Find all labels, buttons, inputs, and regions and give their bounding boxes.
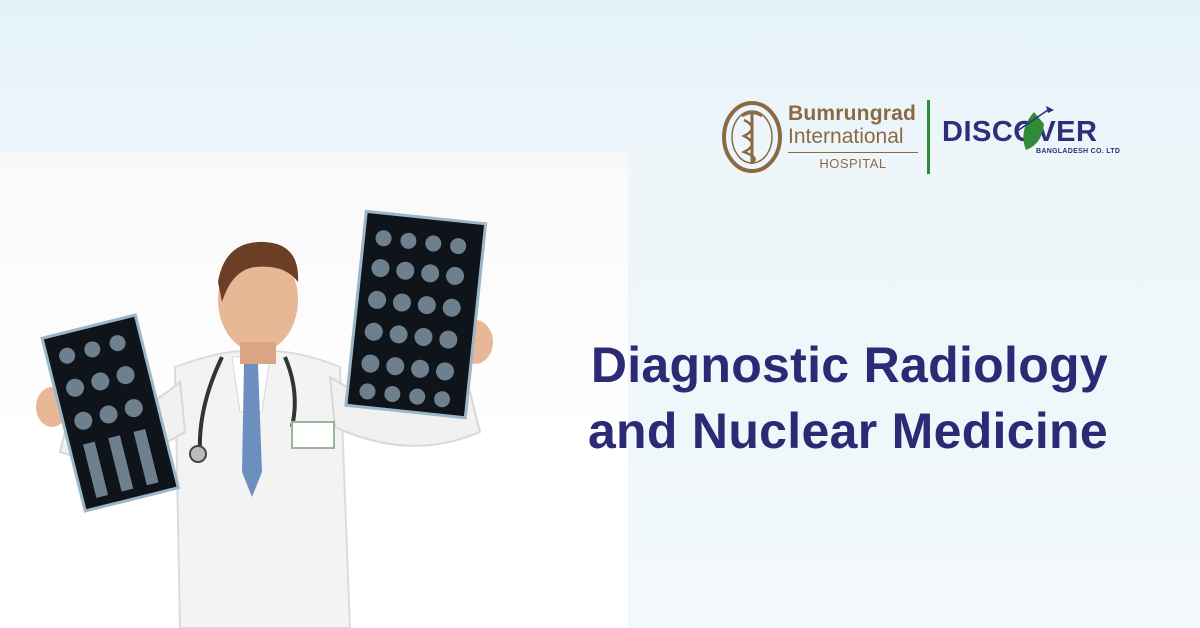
partner-logo-subtitle: BANGLADESH CO. LTD [1036,148,1121,155]
doctor-holding-xrays-image [36,209,493,628]
logo-divider [927,100,930,174]
headline-line-1: Diagnostic Radiology [590,336,1108,393]
hospital-logo-rule [788,152,918,153]
hospital-logo-line3: HOSPITAL [819,156,887,171]
hero-photo-panel [0,152,628,628]
hospital-logo-line2: International [788,125,904,148]
partner-logos: Bumrungrad International HOSPITAL DISCOV… [720,98,1140,178]
headline-line-2: and Nuclear Medicine [587,402,1108,459]
caduceus-seal-icon [722,101,782,173]
page-headline: Diagnostic Radiology and Nuclear Medicin… [588,332,1108,464]
hospital-logo-line1: Bumrungrad [788,102,916,125]
